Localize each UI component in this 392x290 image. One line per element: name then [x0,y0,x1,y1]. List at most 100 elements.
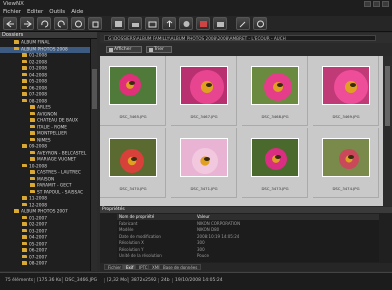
print-button[interactable] [128,17,142,30]
thumbnail[interactable]: DSC_3469.JPG [313,56,379,126]
status-size: [175.36 Ko] [34,278,63,283]
folder-label: 11-2008 [29,196,47,202]
menu-fichier[interactable]: Fichier [3,8,21,16]
property-row: Modèle NIKON D80 [119,227,220,232]
folder-icon [30,176,35,180]
thumbnail-caption: DSC_3471.JPG [190,186,218,191]
folder-label: ARLES [37,105,51,111]
path-field[interactable]: G:\DOSSIERS\ALBUM FAMILLY\ALBUM PHOTOS 2… [104,35,376,41]
photo-image [322,66,370,105]
status-bar: 75 éléments [175.36 Ko] DSC_3466.JPG [2,… [0,272,392,290]
tree-scrollbar[interactable] [90,39,97,271]
folder-label: 09-2008 [29,144,47,150]
menu-editer[interactable]: Editer [27,8,43,16]
thumbnail[interactable]: DSC_3474.JPG [313,128,379,198]
property-row: Fabricant NIKON CORPORATION [119,220,241,226]
folder-icon [22,72,27,76]
folder-label: 07-2007 [29,254,47,260]
folder-label: 03-2008 [29,66,47,72]
menu-outils[interactable]: Outils [49,8,65,16]
folder-icon [22,254,27,258]
status-bits: 24b [158,278,170,283]
folder-label: MONTPELLIER [37,131,67,137]
viewer-button[interactable] [111,17,125,30]
thumbnail-caption: DSC_3465.JPG [119,114,147,119]
folder-icon [22,66,27,70]
properties-tabs: Fichier Exif IPTC XMP Base de données [100,263,392,271]
folder-label: PARAMIT - GECT [37,183,72,189]
folder-icon [22,98,27,102]
thumbnail[interactable]: DSC_3473.JPG [242,128,308,198]
folder-item[interactable]: 08-2007 [0,261,97,268]
view-bar: Afficher Trier [100,44,392,55]
folder-icon [14,40,19,44]
folder-icon [14,209,19,213]
folder-label: CASTRES - LAUTREC [37,170,81,176]
display-button[interactable]: Afficher [106,46,142,53]
minimize-button[interactable] [364,1,371,7]
folder-icon [22,228,27,232]
thumbnail[interactable]: DSC_3471.JPG [171,128,237,198]
sort-icon [148,48,153,52]
properties-header: Propriétés [100,207,392,213]
folder-icon [22,92,27,96]
forward-button[interactable] [20,17,34,30]
folder-label: MAISON [37,176,55,182]
cd-button[interactable] [179,17,193,30]
thumbnail[interactable]: DSC_3470.JPG [100,128,166,198]
close-button[interactable] [382,1,389,7]
folder-icon [30,170,35,174]
photo-image [322,138,370,177]
folder-label: NIMES [37,137,51,143]
folder-icon [14,46,19,50]
back-button[interactable] [3,17,17,30]
mail-button[interactable] [145,17,159,30]
folder-label: 01-2007 [29,215,47,221]
grid-scrollbar[interactable] [383,56,392,206]
folder-label: CHATEAU DE BAUX [37,118,78,124]
sort-button[interactable]: Trier [146,46,172,53]
refresh-button[interactable] [71,17,85,30]
photo-image [109,138,157,177]
folder-label: 10-2008 [29,163,47,169]
capture-button[interactable] [213,17,227,30]
maximize-button[interactable] [373,1,380,7]
tools-button[interactable] [236,17,250,30]
folder-icon [22,202,27,206]
folder-label: ALBUM PHOTOS 2007 [21,209,68,215]
property-row: Date de modification 2008:10:19 14:05:24 [119,233,240,239]
folder-label: 06-2008 [29,85,47,91]
folder-icon [22,261,27,265]
rotate-right-button[interactable] [54,17,68,30]
property-row: Résolution Y 300 [119,246,205,252]
status-filesize: [2,32 Mo] [104,278,129,283]
rotate-left-button[interactable] [37,17,51,30]
folder-icon [30,137,35,141]
status-count: 75 éléments [5,278,34,283]
folder-icon [22,85,27,89]
folder-tree[interactable]: ALBUM FINAL ALBUM PHOTOS 2008 01-2008 02-20… [0,39,97,271]
folder-label: ITALIE - ROME [37,124,67,130]
folder-icon [22,163,27,167]
delete-button[interactable] [88,17,102,30]
title-bar: ViewNX [0,0,392,8]
properties-tab[interactable]: Base de données [159,264,202,270]
slideshow-button[interactable] [196,17,210,30]
property-row: Unité de la résolution Pouce [119,253,209,258]
help-button[interactable] [253,17,267,30]
thumbnail[interactable]: DSC_3468.JPG [242,56,308,126]
thumbnail[interactable]: DSC_3467.JPG [171,56,237,126]
photo-image [180,66,228,105]
properties-table: Nom de propriété Valeur Fabricant NIKON C… [117,214,379,262]
photo-image [180,138,228,177]
folder-label: 08-2007 [29,261,47,267]
folder-label: 03-2007 [29,228,47,234]
thumbnail[interactable]: DSC_3465.JPG [100,56,166,126]
folder-label: 02-2007 [29,222,47,228]
menu-aide[interactable]: Aide [71,8,83,16]
folder-icon [30,131,35,135]
upload-button[interactable] [162,17,176,30]
window-title: ViewNX [3,1,24,7]
status-file: DSC_3466.JPG [62,278,97,283]
grid-icon [108,48,113,52]
